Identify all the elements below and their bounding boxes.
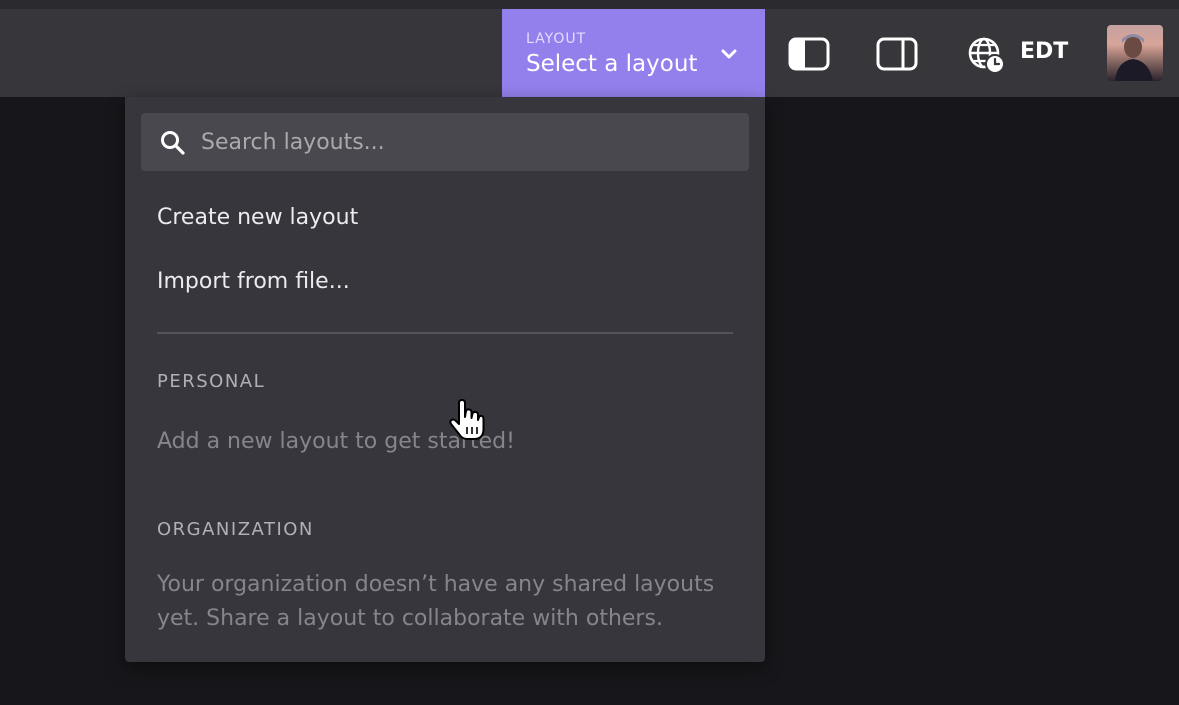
- create-new-layout-item[interactable]: Create new layout: [157, 205, 358, 230]
- search-input[interactable]: [201, 113, 731, 171]
- right-sidebar-icon[interactable]: [876, 37, 918, 71]
- menu-divider: [157, 332, 733, 334]
- layout-selector-button[interactable]: LAYOUT Select a layout: [502, 9, 765, 97]
- hand-pointer-cursor-icon: [449, 399, 485, 440]
- layout-dropdown-menu: Create new layout Import from file... PE…: [125, 97, 765, 662]
- window-top-strip: [0, 0, 1179, 9]
- avatar-photo: [1115, 34, 1153, 81]
- chevron-down-icon: [721, 49, 737, 59]
- left-sidebar-icon[interactable]: [788, 37, 830, 71]
- timezone-label[interactable]: EDT: [1020, 39, 1068, 64]
- search-icon: [161, 131, 185, 155]
- app-toolbar: LAYOUT Select a layout EDT: [0, 9, 1179, 97]
- personal-section-heading: PERSONAL: [157, 371, 266, 392]
- import-from-file-item[interactable]: Import from file...: [157, 269, 350, 294]
- globe-clock-icon[interactable]: [966, 35, 1006, 75]
- avatar[interactable]: [1107, 25, 1163, 81]
- search-field[interactable]: [141, 113, 749, 171]
- organization-empty-message: Your organization doesn’t have any share…: [157, 572, 715, 631]
- layout-selector-label: LAYOUT: [526, 31, 587, 47]
- layout-selector-value: Select a layout: [526, 51, 698, 77]
- organization-section-heading: ORGANIZATION: [157, 519, 314, 540]
